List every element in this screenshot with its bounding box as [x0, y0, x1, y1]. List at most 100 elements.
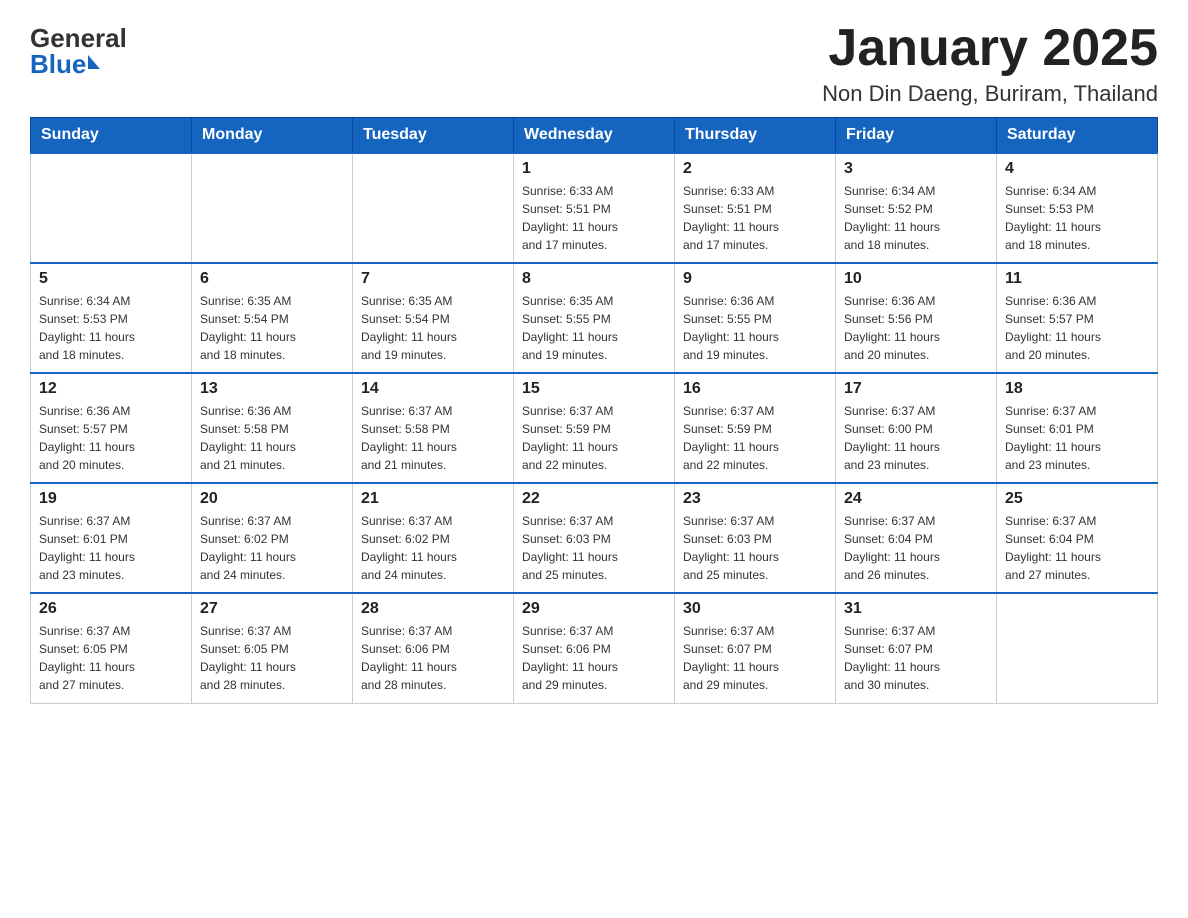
day-header-saturday: Saturday — [997, 118, 1158, 154]
day-number: 21 — [361, 490, 505, 508]
day-cell — [31, 153, 192, 263]
day-cell: 26Sunrise: 6:37 AMSunset: 6:05 PMDayligh… — [31, 593, 192, 703]
week-row-4: 19 Sunrise: 6:37 AMSunset: 6:01 PMDayligh… — [31, 483, 1158, 593]
day-number: 5 — [39, 270, 183, 288]
day-cell: 6Sunrise: 6:35 AMSunset: 5:54 PMDaylight… — [192, 263, 353, 373]
day-cell — [192, 153, 353, 263]
day-header-friday: Friday — [836, 118, 997, 154]
day-cell: 28 Sunrise: 6:37 AMSunset: 6:06 PMDayligh… — [353, 593, 514, 703]
day-cell: 22 Sunrise: 6:37 AMSunset: 6:03 PMDayligh… — [514, 483, 675, 593]
day-cell: 13 Sunrise: 6:36 AMSunset: 5:58 PMDayligh… — [192, 373, 353, 483]
day-number: 4 — [1005, 160, 1149, 178]
day-cell — [353, 153, 514, 263]
day-info: Sunrise: 6:35 AMSunset: 5:54 PMDaylight:… — [200, 292, 344, 364]
day-number: 20 — [200, 490, 344, 508]
day-number: 9 — [683, 270, 827, 288]
day-cell: 18 Sunrise: 6:37 AMSunset: 6:01 PMDayligh… — [997, 373, 1158, 483]
day-info: Sunrise: 6:37 AMSunset: 6:04 PMDaylight:… — [1005, 512, 1149, 584]
day-info: Sunrise: 6:36 AMSunset: 5:57 PMDaylight:… — [39, 402, 183, 474]
day-info: Sunrise: 6:37 AMSunset: 6:01 PMDaylight:… — [1005, 402, 1149, 474]
day-cell: 31Sunrise: 6:37 AMSunset: 6:07 PMDayligh… — [836, 593, 997, 703]
day-info: Sunrise: 6:37 AMSunset: 6:04 PMDaylight:… — [844, 512, 988, 584]
logo-general-text: General — [30, 25, 127, 51]
calendar-table: SundayMondayTuesdayWednesdayThursdayFrid… — [30, 117, 1158, 704]
day-info: Sunrise: 6:37 AMSunset: 6:02 PMDaylight:… — [361, 512, 505, 584]
day-cell: 29 Sunrise: 6:37 AMSunset: 6:06 PMDayligh… — [514, 593, 675, 703]
day-info: Sunrise: 6:37 AMSunset: 6:03 PMDaylight:… — [683, 512, 827, 584]
week-row-3: 12 Sunrise: 6:36 AMSunset: 5:57 PMDayligh… — [31, 373, 1158, 483]
day-info: Sunrise: 6:35 AMSunset: 5:54 PMDaylight:… — [361, 292, 505, 364]
day-cell: 27 Sunrise: 6:37 AMSunset: 6:05 PMDayligh… — [192, 593, 353, 703]
day-number: 13 — [200, 380, 344, 398]
day-cell: 20Sunrise: 6:37 AMSunset: 6:02 PMDayligh… — [192, 483, 353, 593]
days-of-week-row: SundayMondayTuesdayWednesdayThursdayFrid… — [31, 118, 1158, 154]
day-number: 1 — [522, 160, 666, 178]
day-number: 22 — [522, 490, 666, 508]
month-title: January 2025 — [822, 20, 1158, 77]
day-info: Sunrise: 6:36 AMSunset: 5:58 PMDaylight:… — [200, 402, 344, 474]
day-info: Sunrise: 6:36 AMSunset: 5:57 PMDaylight:… — [1005, 292, 1149, 364]
day-info: Sunrise: 6:37 AMSunset: 6:06 PMDaylight:… — [361, 622, 505, 694]
day-info: Sunrise: 6:35 AMSunset: 5:55 PMDaylight:… — [522, 292, 666, 364]
week-row-2: 5 Sunrise: 6:34 AMSunset: 5:53 PMDaylight… — [31, 263, 1158, 373]
day-info: Sunrise: 6:34 AMSunset: 5:53 PMDaylight:… — [39, 292, 183, 364]
day-number: 29 — [522, 600, 666, 618]
day-cell: 14 Sunrise: 6:37 AMSunset: 5:58 PMDayligh… — [353, 373, 514, 483]
day-header-sunday: Sunday — [31, 118, 192, 154]
day-number: 28 — [361, 600, 505, 618]
day-number: 7 — [361, 270, 505, 288]
day-number: 24 — [844, 490, 988, 508]
day-number: 27 — [200, 600, 344, 618]
day-info: Sunrise: 6:37 AMSunset: 5:58 PMDaylight:… — [361, 402, 505, 474]
day-cell: 12 Sunrise: 6:36 AMSunset: 5:57 PMDayligh… — [31, 373, 192, 483]
day-number: 14 — [361, 380, 505, 398]
day-info: Sunrise: 6:37 AMSunset: 6:00 PMDaylight:… — [844, 402, 988, 474]
day-number: 12 — [39, 380, 183, 398]
day-number: 3 — [844, 160, 988, 178]
day-info: Sunrise: 6:37 AMSunset: 6:01 PMDaylight:… — [39, 512, 183, 584]
day-info: Sunrise: 6:34 AMSunset: 5:53 PMDaylight:… — [1005, 182, 1149, 254]
day-info: Sunrise: 6:37 AMSunset: 6:05 PMDaylight:… — [39, 622, 183, 694]
day-cell: 5 Sunrise: 6:34 AMSunset: 5:53 PMDaylight… — [31, 263, 192, 373]
day-info: Sunrise: 6:37 AMSunset: 6:06 PMDaylight:… — [522, 622, 666, 694]
day-info: Sunrise: 6:34 AMSunset: 5:52 PMDaylight:… — [844, 182, 988, 254]
day-cell: 4 Sunrise: 6:34 AMSunset: 5:53 PMDaylight… — [997, 153, 1158, 263]
day-header-tuesday: Tuesday — [353, 118, 514, 154]
day-cell: 9 Sunrise: 6:36 AMSunset: 5:55 PMDaylight… — [675, 263, 836, 373]
day-number: 11 — [1005, 270, 1149, 288]
day-cell: 8 Sunrise: 6:35 AMSunset: 5:55 PMDaylight… — [514, 263, 675, 373]
header: General Blue January 2025 Non Din Daeng,… — [30, 20, 1158, 107]
day-header-wednesday: Wednesday — [514, 118, 675, 154]
day-cell: 16Sunrise: 6:37 AMSunset: 5:59 PMDayligh… — [675, 373, 836, 483]
day-number: 23 — [683, 490, 827, 508]
day-info: Sunrise: 6:37 AMSunset: 6:07 PMDaylight:… — [683, 622, 827, 694]
day-header-thursday: Thursday — [675, 118, 836, 154]
title-area: January 2025 Non Din Daeng, Buriram, Tha… — [822, 20, 1158, 107]
day-cell: 11 Sunrise: 6:36 AMSunset: 5:57 PMDayligh… — [997, 263, 1158, 373]
day-info: Sunrise: 6:36 AMSunset: 5:55 PMDaylight:… — [683, 292, 827, 364]
day-cell: 2Sunrise: 6:33 AMSunset: 5:51 PMDaylight… — [675, 153, 836, 263]
day-header-monday: Monday — [192, 118, 353, 154]
day-number: 19 — [39, 490, 183, 508]
location-subtitle: Non Din Daeng, Buriram, Thailand — [822, 81, 1158, 107]
day-info: Sunrise: 6:37 AMSunset: 6:07 PMDaylight:… — [844, 622, 988, 694]
day-number: 18 — [1005, 380, 1149, 398]
day-info: Sunrise: 6:37 AMSunset: 5:59 PMDaylight:… — [683, 402, 827, 474]
week-row-5: 26Sunrise: 6:37 AMSunset: 6:05 PMDayligh… — [31, 593, 1158, 703]
day-info: Sunrise: 6:33 AMSunset: 5:51 PMDaylight:… — [683, 182, 827, 254]
day-info: Sunrise: 6:37 AMSunset: 6:03 PMDaylight:… — [522, 512, 666, 584]
day-cell: 1 Sunrise: 6:33 AMSunset: 5:51 PMDaylight… — [514, 153, 675, 263]
logo-blue-text: Blue — [30, 51, 86, 77]
day-cell: 24 Sunrise: 6:37 AMSunset: 6:04 PMDayligh… — [836, 483, 997, 593]
day-number: 25 — [1005, 490, 1149, 508]
day-cell: 30 Sunrise: 6:37 AMSunset: 6:07 PMDayligh… — [675, 593, 836, 703]
logo-triangle-icon — [88, 55, 100, 69]
day-info: Sunrise: 6:37 AMSunset: 5:59 PMDaylight:… — [522, 402, 666, 474]
day-info: Sunrise: 6:37 AMSunset: 6:05 PMDaylight:… — [200, 622, 344, 694]
day-number: 30 — [683, 600, 827, 618]
day-number: 15 — [522, 380, 666, 398]
logo: General Blue — [30, 20, 127, 77]
day-number: 8 — [522, 270, 666, 288]
day-info: Sunrise: 6:33 AMSunset: 5:51 PMDaylight:… — [522, 182, 666, 254]
day-cell: 10Sunrise: 6:36 AMSunset: 5:56 PMDayligh… — [836, 263, 997, 373]
